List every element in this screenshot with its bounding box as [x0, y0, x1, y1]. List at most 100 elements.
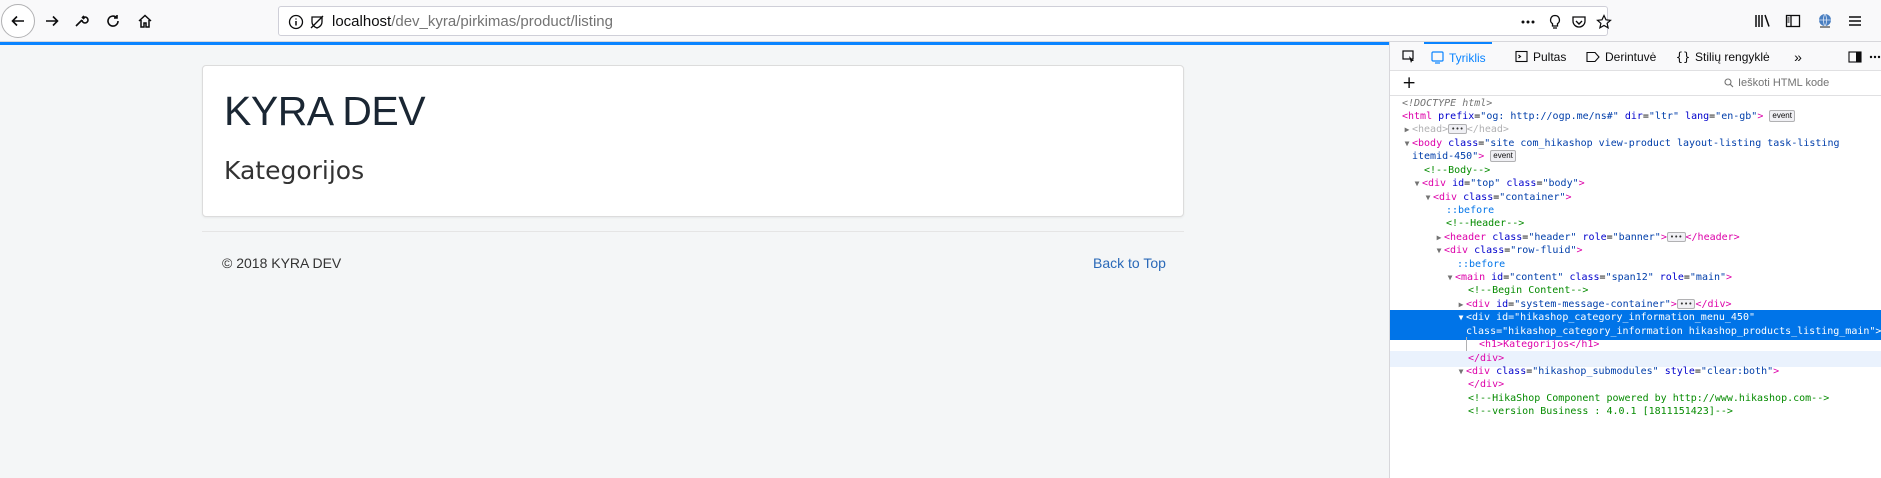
tab-label: Pultas [1533, 49, 1567, 64]
bookmark-star-icon[interactable] [1595, 13, 1613, 31]
pocket-icon[interactable] [1570, 13, 1588, 31]
sidebar-button[interactable] [1782, 10, 1804, 32]
attr-value: "header" [1528, 232, 1577, 243]
div-close-tag: </div> [1695, 299, 1732, 310]
tab-label: Tyriklis [1449, 50, 1486, 65]
url-text[interactable]: localhost/dev_kyra/pirkimas/product/list… [332, 13, 613, 30]
div-tag: <div [1466, 299, 1491, 310]
devtools-tabbar: Tyriklis Pultas Derintuvė {} Stilių reng… [1390, 42, 1881, 71]
attr-name: class [1463, 192, 1494, 203]
body-tag: <body [1412, 138, 1443, 149]
attr-name: lang [1685, 111, 1710, 122]
div-tag: <div [1422, 178, 1447, 189]
attr-name: style [1664, 366, 1695, 377]
collapsed-dots-icon[interactable]: ••• [1676, 299, 1696, 309]
more-dots-icon [1869, 55, 1881, 58]
reload-button[interactable] [97, 5, 129, 37]
attr-value: "body" [1542, 178, 1579, 189]
forward-button[interactable] [36, 5, 68, 37]
plus-icon: + [1402, 73, 1417, 93]
element-picker-button[interactable] [1398, 42, 1420, 71]
menu-button[interactable] [1844, 10, 1866, 32]
search-placeholder: Ieškoti HTML kode [1738, 77, 1830, 89]
comment-node: <!--HikaShop Component powered by http:/… [1468, 393, 1830, 404]
chevron-double-right-icon: » [1794, 48, 1802, 65]
arrow-left-icon [11, 15, 24, 27]
lightbulb-icon[interactable] [1546, 13, 1564, 31]
div-close-tag: </div> [1468, 353, 1505, 364]
home-icon [138, 14, 152, 28]
attr-value: "og: http://ogp.me/ns#" [1480, 111, 1619, 122]
collapsed-dots-icon[interactable]: ••• [1666, 232, 1686, 242]
pseudo-element-node: ::before [1457, 259, 1506, 270]
comment-node: <!--version Business : 4.0.1 [1811151423… [1468, 406, 1733, 417]
dock-side-icon [1848, 50, 1862, 63]
head-open-tag: <head> [1412, 124, 1449, 135]
tab-console[interactable]: Pultas [1508, 42, 1572, 71]
page-viewport: KYRA DEV Kategorijos © 2018 KYRA DEV Bac… [0, 45, 1389, 478]
attr-name: class [1492, 232, 1523, 243]
site-title[interactable]: KYRA DEV [224, 88, 426, 135]
home-button[interactable] [129, 5, 161, 37]
html-search-input[interactable]: Ieškoti HTML kode [1720, 74, 1881, 92]
tab-debugger[interactable]: Derintuvė [1580, 42, 1662, 71]
braces-icon: {} [1675, 49, 1691, 64]
info-icon[interactable] [287, 13, 305, 31]
attr-name: class [1448, 138, 1479, 149]
footer-divider [202, 231, 1184, 232]
tracking-protection-icon[interactable] [308, 13, 326, 31]
arrow-right-icon [46, 15, 59, 27]
attr-name: role [1659, 272, 1684, 283]
library-icon [1755, 14, 1770, 27]
tab-label: Derintuvė [1605, 49, 1657, 64]
attr-value: "hikashop_submodules" [1532, 366, 1659, 377]
tab-inspector[interactable]: Tyriklis [1424, 42, 1492, 71]
attr-value: itemid-450" [1412, 151, 1479, 162]
element-picker-icon [1402, 49, 1414, 63]
attr-name: role [1582, 232, 1607, 243]
attr-value: "row-fluid" [1510, 245, 1577, 256]
attr-name: prefix [1438, 111, 1475, 122]
extension-button[interactable] [1814, 10, 1836, 32]
add-node-button[interactable]: + [1402, 74, 1416, 92]
selected-node-text: <div id="hikashop_category_information_m… [1466, 312, 1755, 323]
globe-extension-icon [1819, 13, 1831, 28]
main-tag: <main [1455, 272, 1486, 283]
event-badge[interactable]: event [1490, 150, 1516, 162]
url-bar[interactable]: localhost/dev_kyra/pirkimas/product/list… [278, 6, 1612, 36]
back-to-top-link[interactable]: Back to Top [1093, 255, 1166, 271]
markup-tree[interactable]: <!DOCTYPE html> <html prefix="og: http:/… [1390, 96, 1881, 478]
hamburger-menu-icon [1849, 16, 1861, 26]
copyright-text: © 2018 KYRA DEV [222, 255, 342, 271]
back-button[interactable] [1, 4, 35, 38]
reload-icon [107, 15, 119, 27]
inspector-toolbar: + Ieškoti HTML kode [1390, 71, 1881, 96]
collapsed-dots-icon[interactable]: ••• [1448, 124, 1467, 134]
library-button[interactable] [1752, 10, 1774, 32]
sidebar-icon [1785, 14, 1801, 28]
devtools-options-button[interactable] [1868, 42, 1881, 71]
inspector-icon [1430, 51, 1444, 65]
attr-name: id [1452, 178, 1465, 189]
more-tabs-button[interactable]: » [1790, 42, 1806, 71]
attr-name: class [1496, 366, 1527, 377]
tab-style-editor[interactable]: {} Stilių rengyklė [1670, 42, 1776, 71]
attr-value: "top" [1470, 178, 1501, 189]
div-close-tag: </div> [1468, 379, 1505, 390]
event-badge[interactable]: event [1769, 110, 1795, 122]
tools-button[interactable] [65, 5, 97, 37]
page-actions-icon[interactable] [1519, 13, 1537, 31]
attr-name: id [1491, 272, 1504, 283]
category-heading: Kategorijos [224, 156, 365, 185]
tab-label: Stilių rengyklė [1695, 49, 1770, 64]
attr-value: "banner" [1612, 232, 1661, 243]
attr-value: "container" [1499, 192, 1566, 203]
header-close-tag: </header> [1685, 232, 1740, 243]
devtools-panel: Tyriklis Pultas Derintuvė {} Stilių reng… [1389, 42, 1881, 478]
dock-button[interactable] [1846, 42, 1864, 71]
attr-value: "ltr" [1648, 111, 1680, 122]
tree-node[interactable]: <!--version Business : 4.0.1 [1811151423… [1390, 404, 1881, 420]
url-host: localhost [332, 13, 392, 30]
attr-value: "en-gb" [1715, 111, 1758, 122]
header-tag: <header [1444, 232, 1487, 243]
